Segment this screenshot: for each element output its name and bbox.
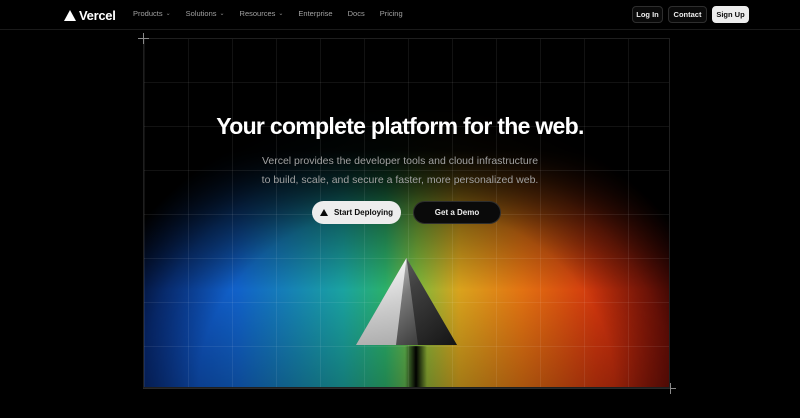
nav-item-label: Enterprise — [298, 9, 333, 18]
chevron-down-icon: ⌄ — [165, 11, 171, 17]
signup-button[interactable]: Sign Up — [712, 6, 749, 23]
nav-menu: Products ⌄ Solutions ⌄ Resources ⌄ Enter… — [133, 9, 418, 18]
divider — [143, 388, 670, 389]
hero-title: Your complete platform for the web. — [216, 113, 584, 139]
nav-item-resources[interactable]: Resources ⌄ — [240, 9, 284, 18]
button-label: Start Deploying — [333, 208, 394, 217]
button-label: Get a Demo — [434, 208, 480, 217]
nav-item-docs[interactable]: Docs — [348, 9, 365, 18]
nav-item-label: Products — [133, 9, 163, 18]
brand-name: Vercel — [79, 8, 116, 23]
chevron-down-icon: ⌄ — [278, 11, 284, 17]
nav-item-enterprise[interactable]: Enterprise — [298, 9, 332, 18]
prism-triangle-icon — [356, 258, 457, 345]
nav-item-label: Pricing — [379, 9, 403, 18]
nav-item-label: Solutions — [185, 9, 217, 18]
nav-item-label: Resources — [239, 9, 276, 18]
hero-subtitle-line: to build, scale, and secure a faster, mo… — [261, 174, 539, 186]
nav-item-solutions[interactable]: Solutions ⌄ — [186, 9, 225, 18]
nav-item-label: Docs — [347, 9, 365, 18]
get-demo-button[interactable]: Get a Demo — [413, 201, 501, 224]
crosshair-icon — [138, 33, 149, 44]
nav-item-pricing[interactable]: Pricing — [380, 9, 403, 18]
vercel-triangle-icon — [64, 10, 76, 21]
nav-item-products[interactable]: Products ⌄ — [133, 9, 171, 18]
brand-logo[interactable]: Vercel — [64, 8, 116, 23]
chevron-down-icon: ⌄ — [219, 11, 225, 17]
vercel-triangle-icon — [319, 209, 328, 216]
start-deploying-button[interactable]: Start Deploying — [312, 201, 401, 224]
hero-subtitle-line: Vercel provides the developer tools and … — [261, 155, 539, 167]
login-button[interactable]: Log In — [632, 6, 663, 23]
hero-subtitle: Vercel provides the developer tools and … — [0, 152, 800, 190]
top-navigation: Vercel Products ⌄ Solutions ⌄ Resources … — [0, 0, 800, 30]
contact-button[interactable]: Contact — [668, 6, 707, 23]
